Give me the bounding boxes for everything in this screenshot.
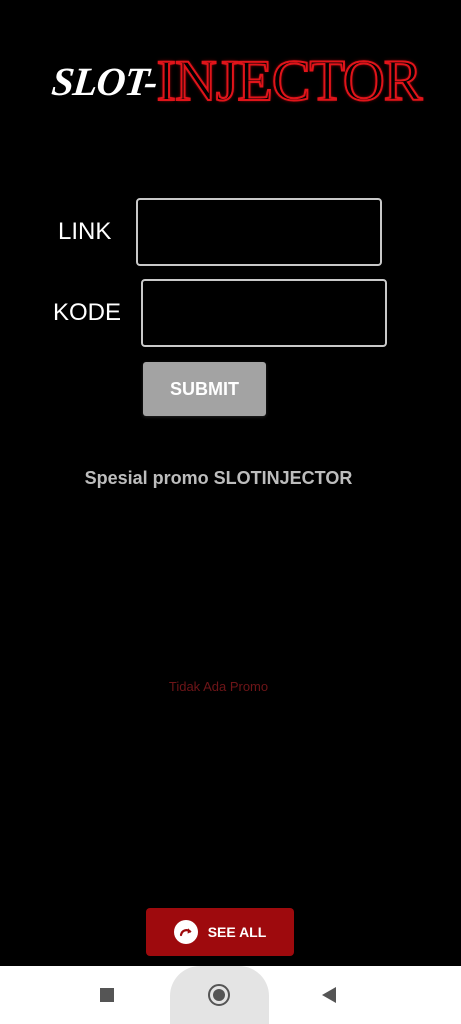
see-all-label: SEE ALL [207, 924, 267, 940]
logo-text-injector: INJECTOR [156, 48, 424, 113]
promo-title: Spesial promo SLOTINJECTOR [84, 468, 353, 488]
link-label: LINK [58, 218, 112, 245]
promo-empty-message: Tidak Ada Promo [168, 679, 269, 694]
back-triangle-icon[interactable] [322, 987, 336, 1003]
app-screen: SLOT- INJECTOR LINK KODE SUBMIT Spesial … [0, 0, 461, 1024]
kode-input[interactable] [141, 279, 387, 347]
square-icon[interactable] [100, 988, 114, 1002]
submit-button[interactable]: SUBMIT [143, 362, 266, 416]
logo-text-slot: SLOT- [49, 59, 160, 104]
home-circle-icon[interactable] [208, 984, 230, 1006]
android-nav-bar [0, 966, 461, 1024]
home-dot [213, 989, 225, 1001]
link-input[interactable] [136, 198, 382, 266]
redo-arrow-icon [173, 920, 198, 944]
app-logo: SLOT- INJECTOR [49, 40, 424, 118]
see-all-button[interactable]: SEE ALL [146, 908, 294, 956]
kode-label: KODE [53, 299, 122, 326]
